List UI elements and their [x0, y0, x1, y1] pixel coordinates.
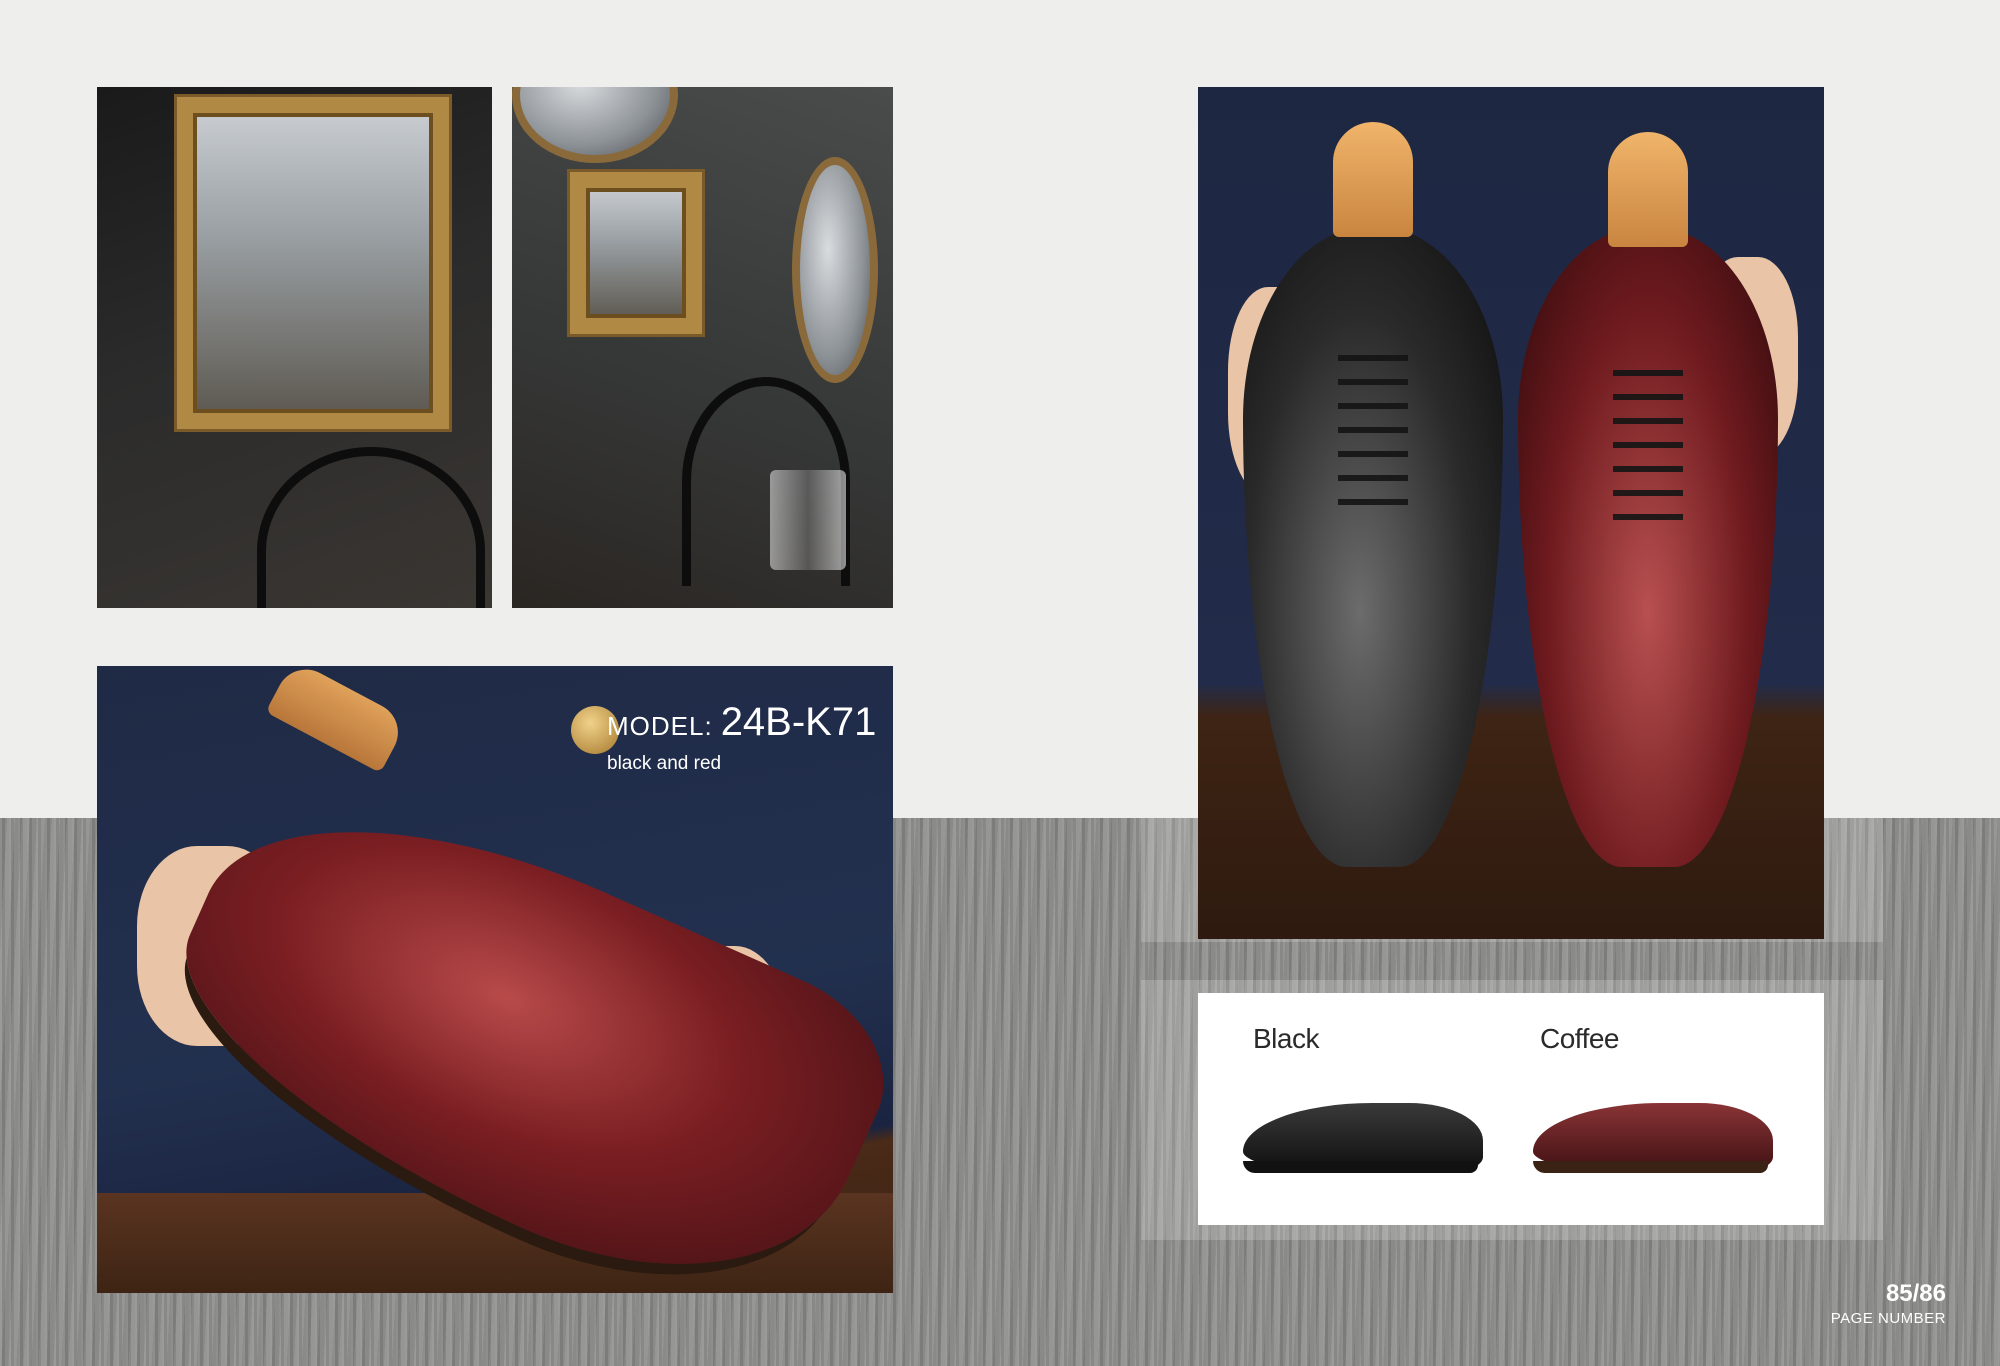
model-code: 24B-K71	[720, 700, 877, 744]
shoe-tree-right	[1608, 132, 1688, 247]
mirror-interior-photo-left	[97, 87, 492, 608]
black-shoe-sole	[1243, 1161, 1478, 1173]
shoe-tree	[265, 666, 409, 774]
bentwood-chair	[257, 447, 485, 608]
laces-left	[1338, 337, 1408, 507]
oval-mirror	[792, 157, 878, 383]
gilded-mirror	[177, 97, 449, 429]
page-number: 85/86 PAGE NUMBER	[1831, 1280, 1946, 1327]
model-prefix: MODEL:	[607, 711, 713, 741]
coffee-shoe-sole	[1533, 1161, 1768, 1173]
variant-label: Black	[1253, 1023, 1319, 1054]
mirror-interior-photo-right	[512, 87, 893, 608]
model-info: MODEL: 24B-K71 black and red	[607, 700, 876, 775]
variant-coffee: Coffee	[1488, 993, 1778, 1225]
burgundy-oxford-front	[1518, 227, 1778, 867]
variant-black: Black	[1198, 993, 1488, 1225]
color-variants-card: Black Coffee	[1198, 993, 1824, 1225]
page-number-label: PAGE NUMBER	[1830, 1310, 1946, 1327]
small-gilded-mirror	[570, 172, 702, 334]
black-oxford-front	[1243, 227, 1503, 867]
shoe-tree-left	[1333, 122, 1413, 237]
variant-label: Coffee	[1540, 1023, 1620, 1054]
round-mirror	[512, 87, 678, 163]
crystal-glass	[770, 470, 846, 570]
front-shoes-photo	[1198, 87, 1824, 939]
laces-right	[1613, 352, 1683, 522]
model-color-description: black and red	[607, 753, 722, 774]
page-number-value: 85/86	[1885, 1280, 1946, 1307]
